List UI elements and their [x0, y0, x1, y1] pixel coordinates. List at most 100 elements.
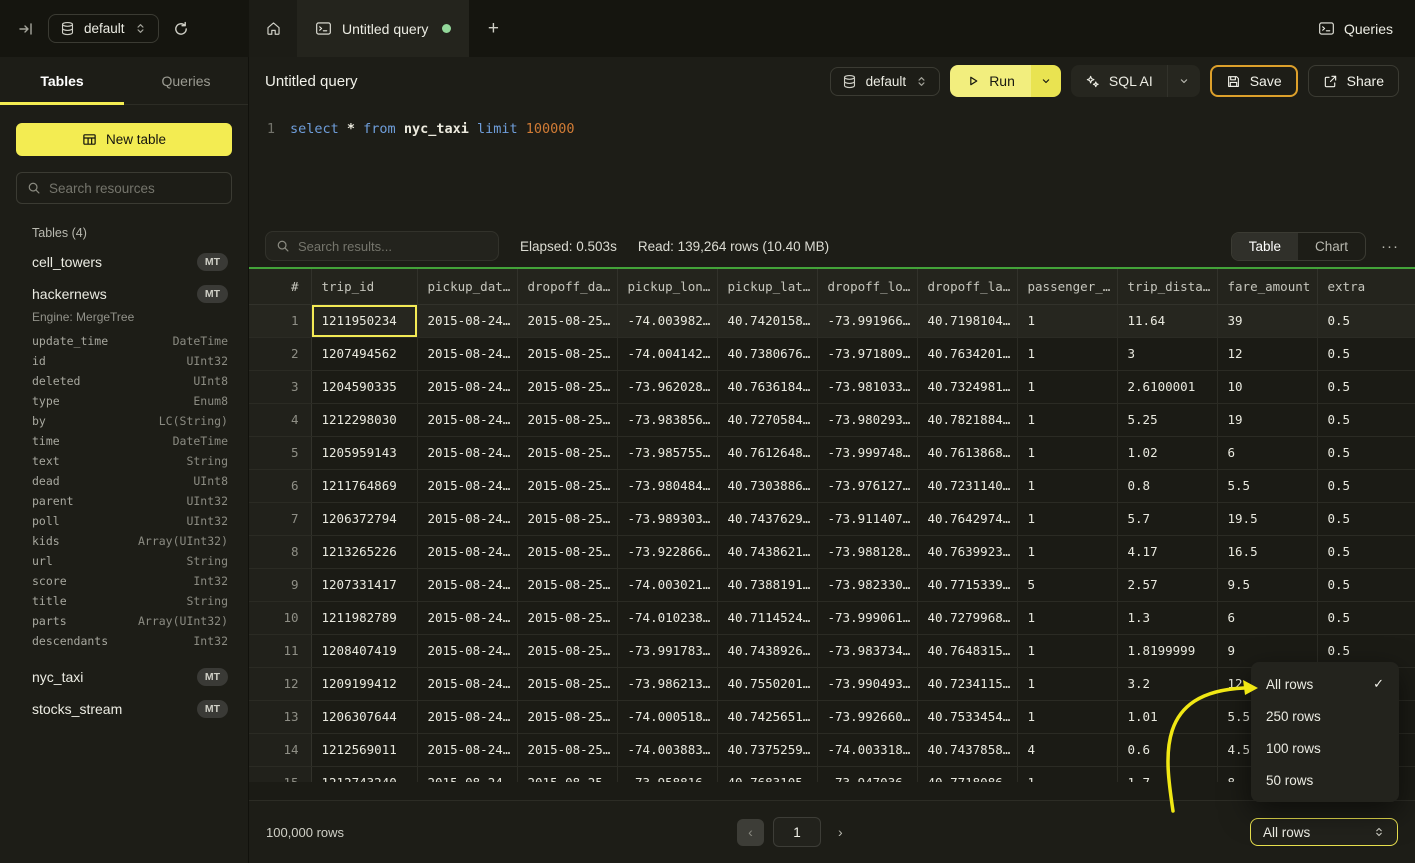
- cell[interactable]: 19: [1217, 403, 1317, 436]
- sidebar-table-stocks-stream[interactable]: stocks_stream MT: [16, 693, 232, 725]
- cell[interactable]: 2015-08-25…: [517, 469, 617, 502]
- cell[interactable]: 2.57: [1117, 568, 1217, 601]
- cell[interactable]: 12: [1217, 337, 1317, 370]
- share-button[interactable]: Share: [1308, 65, 1399, 97]
- cell[interactable]: 9.5: [1217, 568, 1317, 601]
- cell[interactable]: 0.5: [1317, 337, 1415, 370]
- cell[interactable]: -73.922866…: [617, 535, 717, 568]
- cell[interactable]: -74.003318…: [817, 733, 917, 766]
- cell[interactable]: 16.5: [1217, 535, 1317, 568]
- cell[interactable]: 1.01: [1117, 700, 1217, 733]
- cell[interactable]: 2015-08-25…: [517, 667, 617, 700]
- cell[interactable]: 40.7438621…: [717, 535, 817, 568]
- cell[interactable]: 2015-08-25…: [517, 403, 617, 436]
- column-header[interactable]: extra: [1317, 269, 1415, 304]
- sidebar-table-cell-towers[interactable]: cell_towers MT: [16, 246, 232, 278]
- cell[interactable]: 40.7380676…: [717, 337, 817, 370]
- results-search-input[interactable]: [298, 239, 488, 254]
- page-size-option[interactable]: 250 rows: [1251, 700, 1399, 732]
- results-table-scroll[interactable]: #trip_idpickup_dat…dropoff_da…pickup_lon…: [249, 269, 1415, 782]
- cell[interactable]: 2015-08-24…: [417, 667, 517, 700]
- cell[interactable]: 40.7533454…: [917, 700, 1017, 733]
- sql-ai-button[interactable]: SQL AI: [1071, 65, 1200, 97]
- cell[interactable]: 2015-08-25…: [517, 766, 617, 782]
- cell[interactable]: 40.7279968…: [917, 601, 1017, 634]
- cell[interactable]: 0.8: [1117, 469, 1217, 502]
- cell[interactable]: 0.5: [1317, 535, 1415, 568]
- cell[interactable]: -73.971809…: [817, 337, 917, 370]
- cell[interactable]: 5.7: [1117, 502, 1217, 535]
- cell[interactable]: 2015-08-24…: [417, 634, 517, 667]
- current-page-input[interactable]: 1: [773, 817, 821, 847]
- sql-editor[interactable]: 1 select * from nyc_taxi limit 100000: [249, 105, 1415, 225]
- selected-cell[interactable]: 1211950234: [311, 304, 417, 337]
- cell[interactable]: 3: [1117, 337, 1217, 370]
- cell[interactable]: -73.989303…: [617, 502, 717, 535]
- cell[interactable]: 1.3: [1117, 601, 1217, 634]
- new-tab-button[interactable]: +: [469, 0, 517, 57]
- cell[interactable]: 2015-08-25…: [517, 304, 617, 337]
- cell[interactable]: 2015-08-24…: [417, 733, 517, 766]
- cell[interactable]: 2015-08-24…: [417, 535, 517, 568]
- sidebar-table-nyc-taxi[interactable]: nyc_taxi MT: [16, 661, 232, 693]
- cell[interactable]: 40.7438926…: [717, 634, 817, 667]
- cell[interactable]: 2015-08-25…: [517, 634, 617, 667]
- row-number-header[interactable]: #: [249, 269, 311, 304]
- cell[interactable]: 40.7198104…: [917, 304, 1017, 337]
- cell[interactable]: 40.7634201…: [917, 337, 1017, 370]
- column-header[interactable]: pickup_dat…: [417, 269, 517, 304]
- cell[interactable]: 2.6100001: [1117, 370, 1217, 403]
- cell[interactable]: -74.003021…: [617, 568, 717, 601]
- cell[interactable]: -73.981033…: [817, 370, 917, 403]
- sidebar-tab-queries[interactable]: Queries: [124, 57, 248, 104]
- cell[interactable]: 11.64: [1117, 304, 1217, 337]
- database-selector[interactable]: default: [48, 14, 159, 43]
- column-header[interactable]: pickup_lat…: [717, 269, 817, 304]
- page-size-option[interactable]: 50 rows: [1251, 764, 1399, 796]
- cell[interactable]: -74.003883…: [617, 733, 717, 766]
- cell[interactable]: 1209199412: [311, 667, 417, 700]
- cell[interactable]: 1: [1017, 436, 1117, 469]
- cell[interactable]: -73.982330…: [817, 568, 917, 601]
- cell[interactable]: -73.985755…: [617, 436, 717, 469]
- cell[interactable]: -73.962028…: [617, 370, 717, 403]
- cell[interactable]: 4.17: [1117, 535, 1217, 568]
- cell[interactable]: 2015-08-24…: [417, 370, 517, 403]
- cell[interactable]: 0.5: [1317, 436, 1415, 469]
- column-header[interactable]: pickup_lon…: [617, 269, 717, 304]
- cell[interactable]: 40.7718086…: [917, 766, 1017, 782]
- cell[interactable]: 2015-08-24…: [417, 304, 517, 337]
- cell[interactable]: 1.8199999: [1117, 634, 1217, 667]
- cell[interactable]: 5: [1017, 568, 1117, 601]
- cell[interactable]: 40.7425651…: [717, 700, 817, 733]
- refresh-button[interactable]: [169, 17, 193, 41]
- cell[interactable]: 2015-08-24…: [417, 568, 517, 601]
- cell[interactable]: 5.5: [1217, 469, 1317, 502]
- cell[interactable]: 2015-08-25…: [517, 733, 617, 766]
- cell[interactable]: 1: [1017, 535, 1117, 568]
- cell[interactable]: -73.999748…: [817, 436, 917, 469]
- cell[interactable]: -74.000518…: [617, 700, 717, 733]
- cell[interactable]: -73.976127…: [817, 469, 917, 502]
- cell[interactable]: 10: [1217, 370, 1317, 403]
- cell[interactable]: 19.5: [1217, 502, 1317, 535]
- cell[interactable]: 2015-08-25…: [517, 337, 617, 370]
- cell[interactable]: -73.983856…: [617, 403, 717, 436]
- page-size-option[interactable]: 100 rows: [1251, 732, 1399, 764]
- cell[interactable]: 6: [1217, 436, 1317, 469]
- cell[interactable]: -73.992660…: [817, 700, 917, 733]
- cell[interactable]: 1: [1017, 304, 1117, 337]
- cell[interactable]: 40.7375259…: [717, 733, 817, 766]
- cell[interactable]: 40.7612648…: [717, 436, 817, 469]
- cell[interactable]: 0.5: [1317, 568, 1415, 601]
- cell[interactable]: 1.7: [1117, 766, 1217, 782]
- cell[interactable]: 2015-08-25…: [517, 601, 617, 634]
- cell[interactable]: 0.5: [1317, 502, 1415, 535]
- cell[interactable]: 2015-08-24…: [417, 403, 517, 436]
- cell[interactable]: -73.988128…: [817, 535, 917, 568]
- home-tab[interactable]: [249, 0, 297, 57]
- cell[interactable]: 1: [1017, 337, 1117, 370]
- cell[interactable]: 40.7270584…: [717, 403, 817, 436]
- cell[interactable]: -73.991783…: [617, 634, 717, 667]
- cell[interactable]: 6: [1217, 601, 1317, 634]
